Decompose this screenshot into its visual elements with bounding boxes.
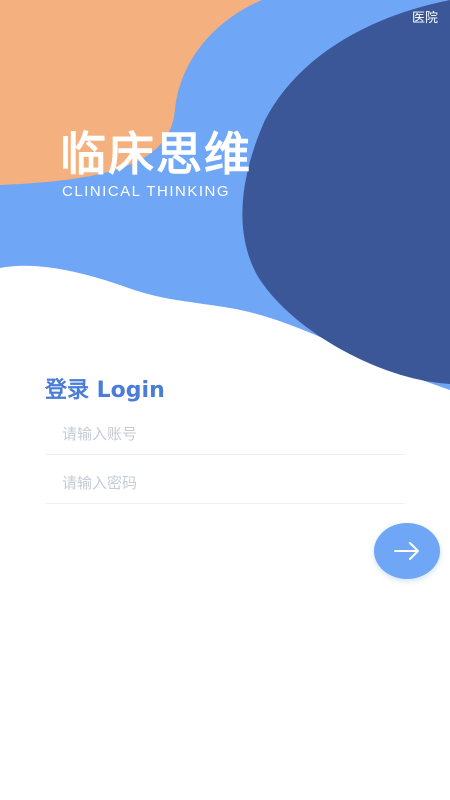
arrow-right-icon xyxy=(394,542,419,560)
brand-title: 临床思维 xyxy=(60,127,252,181)
password-field xyxy=(45,463,405,504)
login-submit-button[interactable] xyxy=(374,523,440,579)
hospital-link[interactable]: 医院 xyxy=(412,7,438,26)
password-input[interactable] xyxy=(45,463,405,503)
account-input[interactable] xyxy=(45,414,405,454)
brand-subtitle: CLINICAL THINKING xyxy=(62,183,231,200)
login-heading: 登录 Login xyxy=(45,378,165,403)
account-field xyxy=(45,414,405,455)
